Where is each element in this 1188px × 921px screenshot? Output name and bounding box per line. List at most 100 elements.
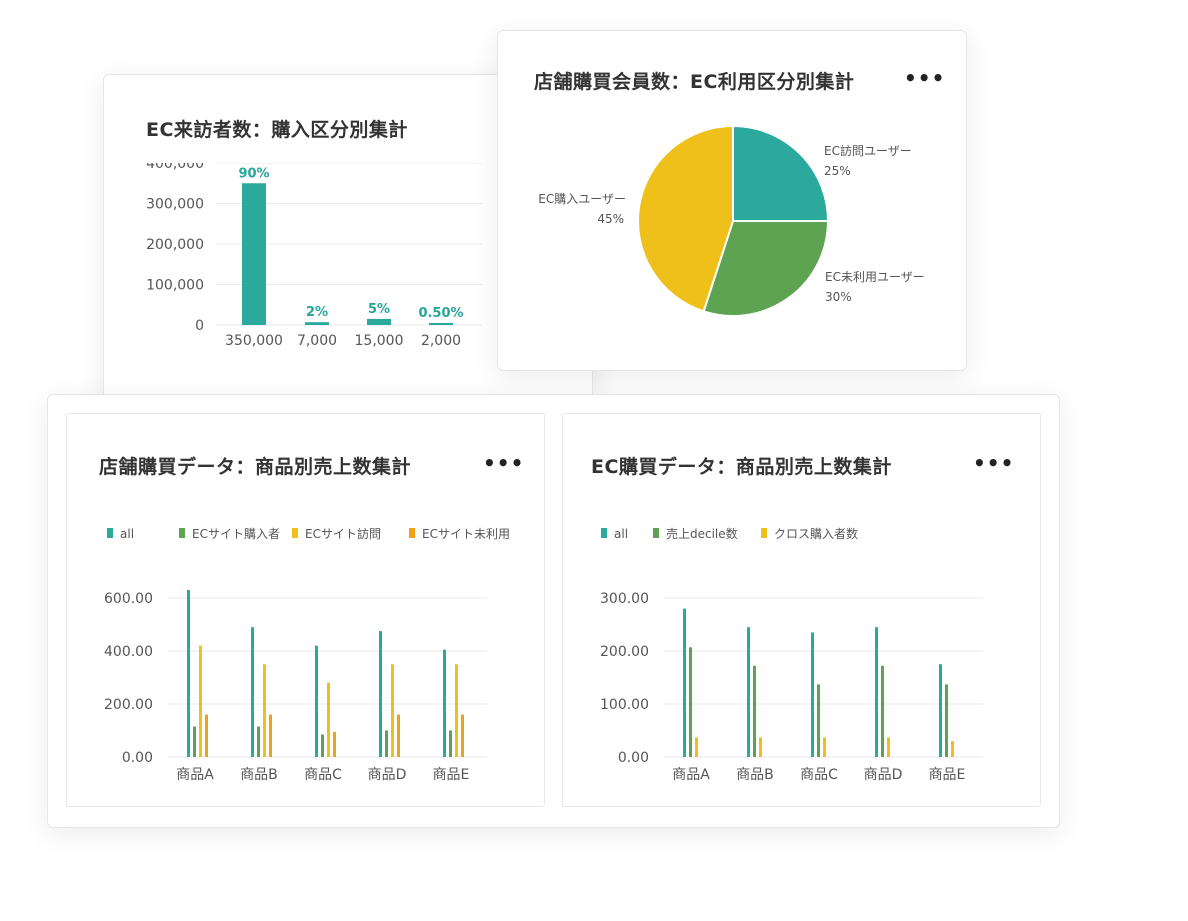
pie-slice-name: EC訪問ユーザー (824, 143, 912, 158)
bar (823, 737, 826, 757)
x-tick-label: 商品A (176, 767, 214, 783)
bar-data-label: 90% (238, 166, 269, 181)
bar (759, 737, 762, 757)
x-tick-label: 7,000 (297, 333, 337, 349)
bar (193, 726, 196, 757)
legend-label: all (614, 527, 628, 541)
pie-slice-name: EC未利用ユーザー (825, 270, 925, 284)
y-tick-label: 0.00 (122, 750, 153, 766)
bar (939, 664, 942, 757)
store-sales-menu-button[interactable]: ••• (483, 453, 524, 473)
bar (817, 684, 820, 757)
x-tick-label: 商品A (672, 767, 710, 783)
bar (429, 323, 453, 325)
legend-label: ECサイト購入者 (192, 527, 280, 541)
y-tick-label: 200.00 (600, 644, 649, 660)
legend-label: クロス購入者数 (774, 526, 858, 541)
bar (753, 665, 756, 757)
bar (315, 645, 318, 757)
bar (881, 665, 884, 757)
y-tick-label: 400,000 (146, 163, 204, 172)
bar-data-label: 5% (368, 302, 390, 317)
y-tick-label: 300,000 (146, 197, 204, 213)
bar (875, 627, 878, 757)
legend-swatch (761, 528, 767, 538)
store-members-card: 店舗購買会員数：EC利用区分別集計 ••• EC訪問ユーザー 25% EC未利用ユー… (497, 30, 967, 371)
ec-visitors-chart: 400,000 300,000 200,000 100,000 0 90% 350,000 2… (146, 163, 482, 349)
y-tick-label: 300.00 (600, 591, 649, 607)
legend-swatch (107, 528, 113, 538)
bar (327, 682, 330, 757)
store-members-title: 店舗購買会員数：EC利用区分別集計 (534, 71, 855, 93)
x-tick-label: 商品E (929, 767, 966, 783)
x-tick-label: 商品B (240, 767, 278, 783)
legend-swatch (292, 528, 298, 538)
bar (333, 731, 336, 757)
y-tick-label: 0.00 (618, 750, 649, 766)
pie-slice-percent: 25% (824, 164, 851, 178)
bar (461, 714, 464, 757)
y-tick-label: 600.00 (104, 591, 153, 607)
legend-swatch (179, 528, 185, 538)
store-sales-card: 店舗購買データ：商品別売上数集計 ••• all ECサイト購入者 ECサイト訪問 E… (66, 413, 545, 807)
store-sales-title: 店舗購買データ：商品別売上数集計 (99, 456, 412, 478)
pie-slice-percent: 30% (825, 290, 852, 304)
legend-swatch (409, 528, 415, 538)
bar (321, 734, 324, 757)
bar (689, 647, 692, 757)
bar (263, 664, 266, 757)
x-tick-label: 商品D (368, 767, 407, 783)
bar (257, 726, 260, 757)
bar (455, 664, 458, 757)
y-tick-label: 400.00 (104, 644, 153, 660)
bar-data-label: 0.50% (418, 306, 463, 321)
bar (379, 631, 382, 757)
x-tick-label: 商品E (433, 767, 470, 783)
x-tick-label: 2,000 (421, 333, 461, 349)
y-tick-label: 200.00 (104, 697, 153, 713)
y-tick-label: 0 (195, 318, 204, 334)
bar (269, 714, 272, 757)
bar (187, 590, 190, 757)
bar (242, 183, 266, 325)
legend-swatch (601, 528, 607, 538)
x-tick-label: 350,000 (225, 333, 283, 349)
bar (305, 322, 329, 325)
bar (449, 730, 452, 757)
legend-label: all (120, 527, 134, 541)
legend-swatch (653, 528, 659, 538)
ec-sales-menu-button[interactable]: ••• (973, 453, 1014, 473)
legend-label: ECサイト訪問 (305, 526, 381, 541)
bar (747, 627, 750, 757)
bar (251, 627, 254, 757)
bar (683, 608, 686, 757)
y-tick-label: 200,000 (146, 237, 204, 253)
bar (951, 741, 954, 757)
store-sales-chart: all ECサイト購入者 ECサイト訪問 ECサイト未利用 600.00 400.00 20… (104, 526, 510, 783)
ec-sales-chart: all 売上decile数 クロス購入者数 300.00 200.00 100.00 0.0… (600, 526, 983, 783)
store-members-pie-chart: EC訪問ユーザー 25% EC未利用ユーザー 30% EC購入ユーザー 45% (538, 124, 925, 317)
ec-visitors-title: EC来訪者数：購入区分別集計 (146, 119, 408, 141)
sales-container-card: 店舗購買データ：商品別売上数集計 ••• all ECサイト購入者 ECサイト訪問 E… (47, 394, 1060, 828)
x-tick-label: 商品B (736, 767, 774, 783)
x-tick-label: 商品C (304, 767, 342, 783)
bar (397, 714, 400, 757)
bar (945, 684, 948, 757)
legend-label: 売上decile数 (666, 526, 738, 541)
bar (385, 730, 388, 757)
x-tick-label: 15,000 (355, 333, 404, 349)
x-tick-label: 商品C (800, 767, 838, 783)
bar (887, 737, 890, 757)
bar (205, 714, 208, 757)
pie-slice (732, 124, 830, 222)
bar (811, 632, 814, 757)
y-tick-label: 100,000 (146, 278, 204, 294)
pie-slice-name: EC購入ユーザー (538, 192, 626, 206)
bar-data-label: 2% (306, 305, 328, 320)
x-tick-label: 商品D (864, 767, 903, 783)
bar (367, 318, 391, 325)
bar (199, 645, 202, 757)
ec-sales-card: EC購買データ：商品別売上数集計 ••• all 売上decile数 クロス購入者数… (562, 413, 1041, 807)
bar (443, 649, 446, 757)
store-members-menu-button[interactable]: ••• (904, 68, 945, 88)
